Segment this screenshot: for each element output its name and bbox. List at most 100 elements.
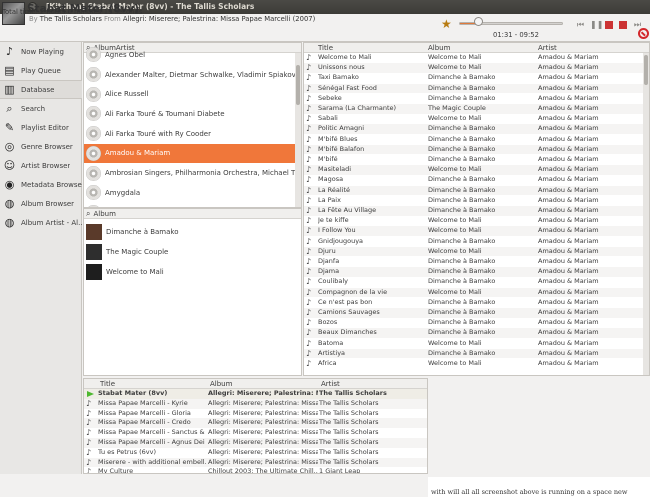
album-item[interactable]: Welcome to Mali (84, 262, 301, 282)
no-entry-icon[interactable] (638, 28, 649, 39)
music-note-icon: ♪ (306, 297, 312, 307)
previous-track-icon[interactable]: ⏮ (576, 20, 585, 29)
track-artist: Amadou & Mariam (538, 216, 599, 225)
scrollbar-thumb[interactable] (296, 65, 300, 105)
pause-icon[interactable]: ❚❚ (590, 20, 603, 29)
track-row[interactable]: ♪ Coulibaly Dimanche à Bamako Amadou & Mari… (304, 277, 649, 287)
album-item[interactable]: The Magic Couple (84, 242, 301, 262)
album-artist-item[interactable]: Ali Farka Touré & Toumani Diabete (84, 104, 301, 124)
cd-icon (86, 86, 101, 102)
track-row[interactable]: ♪ M'bifé Blues Dimanche à Bamako Amadou & M… (304, 135, 649, 145)
track-row[interactable]: ♪ Ce n'est pas bon Dimanche à Bamako Amadou… (304, 298, 649, 308)
track-row[interactable]: ♪ Unissons nous Welcome to Mali Amadou & Ma… (304, 63, 649, 73)
track-row[interactable]: ♪ Sénégal Fast Food Dimanche à Bamako Amado… (304, 83, 649, 94)
track-artist: Amadou & Mariam (538, 175, 599, 184)
track-row[interactable]: ♪ Welcome to Mali Welcome to Mali Amadou & … (304, 53, 649, 63)
playlist-column-album[interactable]: Album (208, 379, 232, 389)
album-artist-item[interactable]: Ali Farka Touré with Ry Cooder (84, 124, 301, 144)
playlist-row[interactable]: ♪ Missa Papae Marcelli - Agnus Dei Allegri… (84, 438, 427, 448)
track-album: Dimanche à Bamako (428, 73, 496, 82)
track-row[interactable]: ♪ Artistiya Dimanche à Bamako Amadou & Mari… (304, 348, 649, 359)
playlist-row[interactable]: ♪ Missa Papae Marcelli - Gloria Allegri: M… (84, 409, 427, 419)
track-row[interactable]: ♪ Je te kiffe Welcome to Mali Amadou & Mari… (304, 216, 649, 226)
track-album: Welcome to Mali (428, 63, 482, 72)
sidebar-item-metadata-browser[interactable]: ◉ Metadata Browser (0, 175, 82, 194)
track-row[interactable]: ♪ Camions Sauvages Dimanche à Bamako Amadou… (304, 308, 649, 318)
track-row[interactable]: ♪ La Fête Au Village Dimanche à Bamako Amad… (304, 206, 649, 216)
column-artist[interactable]: Artist (536, 43, 557, 53)
sidebar-item-artist-browser[interactable]: ☺ Artist Browser (0, 156, 82, 175)
track-row[interactable]: ♪ Bozos Dimanche à Bamako Amadou & Mariam (304, 318, 649, 328)
track-row[interactable]: ♪ Sabali Welcome to Mali Amadou & Mariam (304, 114, 649, 124)
sidebar-item-play-queue[interactable]: ▤ Play Queue (0, 61, 82, 80)
track-artist: Amadou & Mariam (538, 348, 599, 357)
track-row[interactable]: ♪ Sebeke Dimanche à Bamako Amadou & Mariam (304, 94, 649, 104)
playlist-row[interactable]: ♪ Tu es Petrus (6vv) Allegri: Miserere; Pa… (84, 448, 427, 458)
track-row[interactable]: ♪ Sarama (La Charmante) The Magic Couple Am… (304, 104, 649, 114)
track-row[interactable]: ♪ Gnidjougouya Dimanche à Bamako Amadou & M… (304, 237, 649, 247)
track-row[interactable]: ♪ La Réalité Dimanche à Bamako Amadou & Mar… (304, 185, 649, 196)
track-row[interactable]: ♪ Taxi Bamako Dimanche à Bamako Amadou & Ma… (304, 73, 649, 83)
track-row[interactable]: ♪ Masiteladi Welcome to Mali Amadou & Maria… (304, 165, 649, 175)
album-item[interactable]: Dimanche à Bamako (84, 222, 301, 242)
sidebar: ♪ Now Playing ▤ Play Queue ▥ Database ⌕ Sear… (0, 42, 82, 474)
playlist-row[interactable]: ♪ My Culture Chillout 2003: The Ultimate C… (84, 467, 427, 473)
music-note-icon: ♪ (5, 45, 14, 58)
track-album: Dimanche à Bamako (428, 93, 496, 102)
track-row[interactable]: ♪ La Paix Dimanche à Bamako Amadou & Mariam (304, 196, 649, 206)
sidebar-item-playlist-editor[interactable]: ✎ Playlist Editor (0, 118, 82, 137)
sidebar-item-genre-browser[interactable]: ◎ Genre Browser (0, 137, 82, 156)
sidebar-item-now-playing[interactable]: ♪ Now Playing (0, 42, 82, 61)
playlist-column-artist[interactable]: Artist (319, 379, 340, 389)
track-title: La Paix (318, 195, 341, 204)
playlist-row[interactable]: ♪ Missa Papae Marcelli - Sanctus & ... All… (84, 428, 427, 438)
column-album[interactable]: Album (426, 43, 450, 53)
scrollbar-thumb[interactable] (644, 55, 648, 85)
album-artist-item[interactable]: Alice Russell (84, 84, 301, 104)
track-row[interactable]: ♪ Magosa Dimanche à Bamako Amadou & Mariam (304, 175, 649, 185)
track-title: Politic Amagni (318, 124, 365, 133)
track-row[interactable]: ♪ M'bifé Dimanche à Bamako Amadou & Mariam (304, 155, 649, 165)
album-artist-item[interactable]: Ambrosian Singers, Philharmonia Orchestr… (84, 163, 301, 183)
album-artist-item[interactable]: Amadou & Mariam (84, 143, 301, 164)
track-row[interactable]: ♪ Djanfa Dimanche à Bamako Amadou & Mariam (304, 257, 649, 267)
track-title: M'bifé Blues (318, 134, 358, 143)
album-artist-item[interactable]: Alexander Malter, Dietmar Schwalke, Vlad… (84, 65, 301, 85)
track-row[interactable]: ♪ M'bifé Balafon Dimanche à Bamako Amadou &… (304, 144, 649, 155)
playlist-artist: The Tallis Scholars (319, 447, 379, 456)
sidebar-item-album-artist[interactable]: ◍ Album Artist - Al... (0, 213, 82, 232)
track-row[interactable]: ♪ Politic Amagni Dimanche à Bamako Amadou &… (304, 124, 649, 135)
track-row[interactable]: ♪ Africa Welcome to Mali Amadou & Mariam (304, 359, 649, 369)
playlist-column-title[interactable]: Title (98, 379, 115, 389)
sidebar-item-album-browser[interactable]: ◍ Album Browser (0, 194, 82, 213)
sidebar-item-database[interactable]: ▥ Database (0, 80, 82, 99)
album-artist-scrollbar[interactable] (295, 53, 301, 207)
track-row[interactable]: ♪ I Follow You Welcome to Mali Amadou & Mar… (304, 226, 649, 237)
seek-bar-handle[interactable] (474, 17, 483, 26)
music-note-icon: ♪ (306, 348, 312, 358)
column-title[interactable]: Title (316, 43, 333, 53)
playlist-row[interactable]: ♪ Missa Papae Marcelli - Kyrie Allegri: Mi… (84, 398, 427, 409)
album-artist-item[interactable]: Amygdala (84, 183, 301, 203)
track-row[interactable]: ♪ Compagnon de la vie Welcome to Mali Amado… (304, 287, 649, 298)
track-artist: Amadou & Mariam (538, 297, 599, 306)
track-row[interactable]: ♪ Djama Dimanche à Bamako Amadou & Mariam (304, 267, 649, 277)
playlist-title: Tu es Petrus (6vv) (98, 447, 157, 456)
track-row[interactable]: ♪ Djuru Welcome to Mali Amadou & Mariam (304, 246, 649, 257)
stop-icon[interactable] (605, 21, 613, 29)
stop-after-current-icon[interactable] (619, 21, 627, 29)
rating-star-icon[interactable]: ★ (441, 18, 452, 30)
playlist-row[interactable]: Stabat Mater (8vv) Allegri: Miserere; Pal… (84, 389, 427, 399)
tracks-scrollbar[interactable] (643, 53, 649, 375)
track-row[interactable]: ♪ Beaux Dimanches Dimanche à Bamako Amadou … (304, 328, 649, 339)
cd-icon (86, 145, 101, 161)
track-row[interactable]: ♪ Batoma Welcome to Mali Amadou & Mariam (304, 339, 649, 349)
sidebar-item-search[interactable]: ⌕ Search (0, 99, 82, 118)
music-note-icon: ♪ (306, 165, 312, 175)
music-note-icon: ♪ (86, 428, 92, 438)
album-pane-header[interactable]: ⌕ Album (84, 209, 301, 219)
playlist-row[interactable]: ♪ Missa Papae Marcelli - Credo Allegri: Mi… (84, 418, 427, 429)
album-artist-item[interactable]: Agnes Obel (84, 45, 301, 65)
playlist-row[interactable]: ♪ Miserere - with additional embell... All… (84, 457, 427, 468)
now-playing-icon (87, 391, 94, 397)
